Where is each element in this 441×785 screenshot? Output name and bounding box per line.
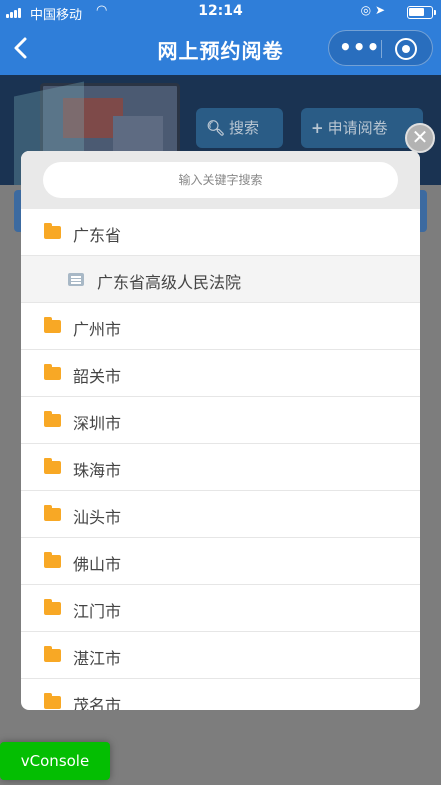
mini-program-capsule: ••• (328, 30, 433, 66)
more-button[interactable]: ••• (339, 35, 379, 61)
folder-icon (44, 552, 61, 568)
folder-icon (44, 317, 61, 333)
court-list: 广东省 广东省高级人民法院 广州市 韶关市 深圳市 珠海市 汕头市 佛山市 江门… (21, 209, 420, 710)
top-bar: 中国移动 ◠ 12:14 ◎ ➤ 网上预约阅卷 ••• (0, 0, 441, 75)
list-item-label: 珠海市 (73, 461, 122, 480)
list-item-label: 韶关市 (73, 367, 122, 386)
list-item[interactable]: 深圳市 (21, 397, 420, 444)
list-item-label: 佛山市 (73, 555, 122, 574)
location-icon: ◎ ➤ (360, 3, 385, 17)
folder-icon (44, 646, 61, 662)
folder-icon (44, 411, 61, 427)
list-item-label: 湛江市 (73, 649, 122, 668)
list-item-label: 广州市 (73, 320, 122, 339)
folder-icon (44, 599, 61, 615)
close-mini-program-button[interactable] (395, 38, 417, 60)
list-item[interactable]: 广东省高级人民法院 (21, 256, 420, 303)
close-popup-button[interactable]: ✕ (405, 123, 435, 153)
status-bar: 中国移动 ◠ 12:14 ◎ ➤ (0, 0, 441, 24)
plus-icon: + (311, 119, 324, 137)
list-item[interactable]: 汕头市 (21, 491, 420, 538)
folder-icon (44, 693, 61, 709)
background-search-button: 🔍︎ 搜索 (196, 108, 283, 148)
battery-icon (407, 6, 436, 19)
list-item[interactable]: 江门市 (21, 585, 420, 632)
search-area (21, 151, 420, 209)
court-picker-popup: 广东省 广东省高级人民法院 广州市 韶关市 深圳市 珠海市 汕头市 佛山市 (21, 151, 420, 710)
list-item-label: 广东省高级人民法院 (97, 273, 242, 292)
list-item[interactable]: 珠海市 (21, 444, 420, 491)
list-item-label: 汕头市 (73, 508, 122, 527)
search-input[interactable] (43, 162, 398, 198)
folder-icon (44, 505, 61, 521)
list-item[interactable]: 湛江市 (21, 632, 420, 679)
list-item[interactable]: 茂名市 (21, 679, 420, 710)
search-icon: 🔍︎ (206, 119, 226, 137)
list-item[interactable]: 广州市 (21, 303, 420, 350)
list-item-label: 茂名市 (73, 696, 122, 710)
list-item[interactable]: 佛山市 (21, 538, 420, 585)
list-item-label: 广东省 (73, 226, 122, 245)
folder-icon (44, 364, 61, 380)
list-item[interactable]: 韶关市 (21, 350, 420, 397)
close-icon: ✕ (411, 125, 429, 149)
list-item-label: 深圳市 (73, 414, 122, 433)
vconsole-button[interactable]: vConsole (0, 742, 110, 780)
background-apply-label: 申请阅卷 (327, 119, 388, 137)
folder-icon (44, 223, 61, 239)
list-item[interactable]: 广东省 (21, 209, 420, 256)
document-icon (68, 273, 84, 286)
folder-icon (44, 458, 61, 474)
capsule-divider (381, 40, 382, 58)
background-search-label: 搜索 (229, 119, 260, 137)
list-item-label: 江门市 (73, 602, 122, 621)
